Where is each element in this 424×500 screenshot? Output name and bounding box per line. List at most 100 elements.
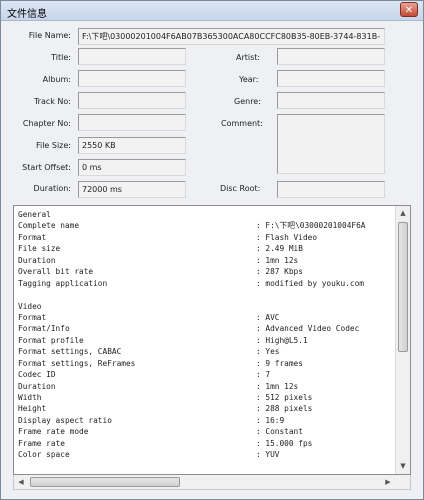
media-info-value: : F:\下吧\03000201004F6A — [256, 221, 366, 231]
scroll-up-icon[interactable]: ▲ — [396, 206, 410, 220]
start-offset-field[interactable]: 0 ms — [78, 159, 186, 176]
media-info-key: Duration — [18, 255, 56, 265]
genre-label: Genre: — [234, 97, 261, 106]
media-info-value: : Advanced Video Codec — [256, 324, 360, 334]
media-info-value: : 7 — [256, 370, 271, 380]
media-info-key: Color space — [18, 450, 70, 460]
media-info-value: : Yes — [256, 347, 280, 357]
media-info-key: Frame rate — [18, 438, 65, 448]
media-info-key: Duration — [18, 381, 56, 391]
media-info-key: Format settings, ReFrames — [18, 358, 136, 368]
media-info-line: Duration : 1mn 12s — [18, 255, 396, 266]
media-info-key: Complete name — [18, 221, 80, 231]
media-info-key: Format — [18, 312, 47, 322]
media-info-line: Format profile : High@L5.1 — [18, 335, 396, 346]
comment-textarea[interactable] — [277, 114, 385, 174]
media-info-line: Format : Flash Video — [18, 232, 396, 243]
media-info-line: Format/Info : Advanced Video Codec — [18, 323, 396, 334]
media-info-value: : 15.000 fps — [256, 438, 313, 448]
file-info-window: 文件信息 ✕ File Name: F:\下吧\03000201004F6AB0… — [0, 0, 424, 500]
duration-label: Duration: — [33, 184, 71, 193]
close-icon[interactable]: ✕ — [400, 2, 418, 17]
disc-root-field[interactable] — [277, 181, 385, 198]
media-info-value: : 2.49 MiB — [256, 244, 303, 254]
track-no-field[interactable] — [78, 92, 186, 109]
media-info-line: Tagging application : modified by youku.c… — [18, 278, 396, 289]
media-info-panel[interactable]: General Complete name : F:\下吧\03000201004F… — [13, 205, 411, 475]
media-info-line: Format settings, CABAC : Yes — [18, 346, 396, 357]
horizontal-scroll-thumb[interactable] — [30, 477, 180, 487]
start-offset-label: Start Offset: — [22, 163, 71, 172]
duration-field[interactable]: 72000 ms — [78, 181, 186, 198]
file-name-field[interactable]: F:\下吧\03000201004F6AB07B365300ACA80CCFC8… — [78, 28, 385, 45]
comment-label: Comment: — [221, 119, 263, 128]
media-info-key: File size — [18, 244, 61, 254]
media-info-key: Format profile — [18, 335, 84, 345]
genre-field[interactable] — [277, 92, 385, 109]
media-info-line: Complete name : F:\下吧\03000201004F6A — [18, 220, 396, 231]
media-info-value: : High@L5.1 — [256, 335, 308, 345]
media-info-key: General — [18, 210, 51, 219]
media-info-line: Height : 288 pixels — [18, 403, 396, 414]
media-info-value: : AVC — [256, 312, 280, 322]
media-info-line: File size : 2.49 MiB — [18, 243, 396, 254]
artist-label: Artist: — [236, 53, 261, 62]
chapter-no-label: Chapter No: — [22, 119, 71, 128]
media-info-line: Width : 512 pixels — [18, 392, 396, 403]
media-info-value: : 288 pixels — [256, 404, 313, 414]
media-info-value: : 287 Kbps — [256, 267, 303, 277]
media-info-key: Tagging application — [18, 278, 108, 288]
scroll-right-icon[interactable]: ▶ — [381, 475, 395, 489]
media-info-line: General — [18, 209, 396, 220]
media-info-value: : modified by youku.com — [256, 278, 364, 288]
media-info-value: : Flash Video — [256, 232, 318, 242]
media-info-key: Video — [18, 301, 42, 311]
file-size-label: File Size: — [35, 141, 71, 150]
window-title: 文件信息 — [7, 9, 47, 20]
media-info-lines: General Complete name : F:\下吧\03000201004F… — [18, 209, 396, 461]
vertical-scroll-thumb[interactable] — [398, 222, 408, 352]
title-field[interactable] — [78, 48, 186, 65]
media-info-line: Overall bit rate : 287 Kbps — [18, 266, 396, 277]
year-label: Year: — [239, 75, 259, 84]
file-size-field[interactable]: 2550 KB — [78, 137, 186, 154]
media-info-key: Overall bit rate — [18, 267, 94, 277]
media-info-line: Format settings, ReFrames : 9 frames — [18, 358, 396, 369]
media-info-key: Width — [18, 393, 42, 402]
media-info-value: : 1mn 12s — [256, 381, 299, 391]
media-info-line: Display aspect ratio : 16:9 — [18, 415, 396, 426]
media-info-key: Format/Info — [18, 324, 70, 334]
media-info-value: : 16:9 — [256, 415, 285, 425]
disc-root-label: Disc Root: — [220, 184, 261, 193]
media-info-line: Frame rate mode: Constant — [18, 426, 396, 437]
media-info-value: : 1mn 12s — [256, 255, 299, 265]
chapter-no-field[interactable] — [78, 114, 186, 131]
media-info-key: Height — [18, 404, 47, 414]
scroll-down-icon[interactable]: ▼ — [396, 459, 410, 473]
artist-field[interactable] — [277, 48, 385, 65]
year-field[interactable] — [277, 70, 385, 87]
media-info-line: Duration : 1mn 12s — [18, 381, 396, 392]
media-info-key: Frame rate mode — [18, 427, 89, 437]
media-info-key: Display aspect ratio — [18, 415, 112, 425]
media-info-key: Format settings, CABAC — [18, 347, 122, 357]
vertical-scrollbar[interactable]: ▲ ▼ — [395, 206, 410, 474]
media-info-line: Codec ID : 7 — [18, 369, 396, 380]
media-info-value: : 9 frames — [256, 358, 303, 368]
media-info-line: Video — [18, 301, 396, 312]
file-name-label: File Name: — [28, 31, 71, 40]
album-field[interactable] — [78, 70, 186, 87]
media-info-value: : 512 pixels — [256, 393, 313, 402]
media-info-key: Format — [18, 232, 47, 242]
media-info-key: Codec ID — [18, 370, 56, 380]
title-label: Title: — [51, 53, 71, 62]
media-info-line: Frame rate : 15.000 fps — [18, 438, 396, 449]
scroll-left-icon[interactable]: ◀ — [14, 475, 28, 489]
horizontal-scrollbar[interactable]: ◀ ▶ — [13, 475, 411, 490]
title-bar[interactable]: 文件信息 ✕ — [1, 1, 423, 21]
media-info-value: : YUV — [256, 450, 280, 460]
media-info-line: Color space : YUV — [18, 449, 396, 460]
album-label: Album: — [42, 75, 71, 84]
media-info-line: Format : AVC — [18, 312, 396, 323]
track-no-label: Track No: — [33, 97, 71, 106]
